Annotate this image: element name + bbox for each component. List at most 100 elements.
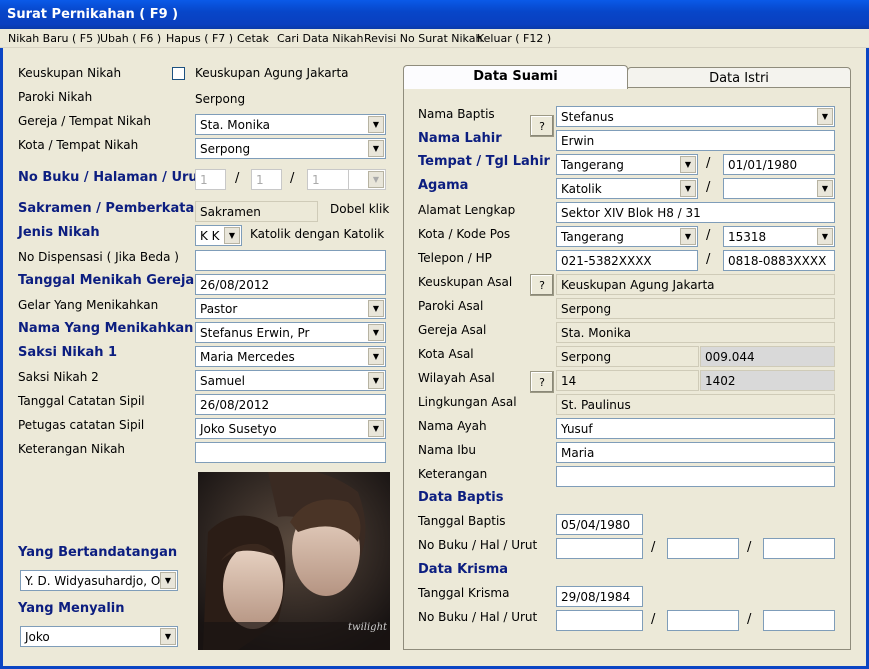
agama-label: Agama — [418, 178, 469, 193]
separator-slash: / — [706, 252, 711, 267]
saksi1-select[interactable]: Maria Mercedes ▼ — [195, 346, 386, 367]
urut-input[interactable]: 1 — [307, 169, 349, 190]
yang-menyalin-value: Joko — [25, 630, 50, 644]
chevron-down-icon[interactable]: ▼ — [817, 180, 833, 197]
gereja-nikah-select[interactable]: Sta. Monika ▼ — [195, 114, 386, 135]
keuskupan-asal-label: Keuskupan Asal — [418, 275, 513, 289]
menu-nikah-baru[interactable]: Nikah Baru ( F5 ) — [8, 32, 101, 45]
alamat-input[interactable]: Sektor XIV Blok H8 / 31 — [556, 202, 835, 223]
telepon-input[interactable]: 021-5382XXXX — [556, 250, 698, 271]
kodepos-value: 15318 — [728, 230, 767, 244]
gereja-asal-label: Gereja Asal — [418, 323, 487, 337]
nama-lahir-input[interactable]: Erwin — [556, 130, 835, 151]
tempat-lahir-select[interactable]: Tangerang ▼ — [556, 154, 698, 175]
catatan-sipil-input[interactable]: 26/08/2012 — [195, 394, 386, 415]
tanggal-menikah-input[interactable]: 26/08/2012 — [195, 274, 386, 295]
alamat-label: Alamat Lengkap — [418, 203, 516, 217]
chevron-down-icon[interactable]: ▼ — [368, 324, 384, 341]
petugas-select[interactable]: Joko Susetyo ▼ — [195, 418, 386, 439]
chevron-down-icon[interactable]: ▼ — [160, 572, 176, 589]
nama-baptis-select[interactable]: Stefanus ▼ — [556, 106, 835, 127]
keterangan-nikah-input[interactable] — [195, 442, 386, 463]
lookup-wilayah-button[interactable]: ? — [530, 371, 554, 393]
kodepos-select[interactable]: 15318 ▼ — [723, 226, 835, 247]
no-buku-input[interactable]: 1 — [195, 169, 226, 190]
nama-ayah-input[interactable]: Yusuf — [556, 418, 835, 439]
nama-menikahkan-label: Nama Yang Menikahkan — [18, 321, 194, 336]
window-title: Surat Pernikahan ( F9 ) — [0, 0, 869, 29]
no-buku-baptis-label: No Buku / Hal / Urut — [418, 538, 538, 552]
chevron-down-icon[interactable]: ▼ — [368, 420, 384, 437]
chevron-down-icon[interactable]: ▼ — [368, 116, 384, 133]
yang-bertandatangan-label: Yang Bertandatangan — [18, 545, 178, 560]
hal-krisma-input[interactable] — [667, 610, 739, 631]
agama2-select[interactable]: ▼ — [723, 178, 835, 199]
keterangan-input[interactable] — [556, 466, 835, 487]
separator-slash: / — [235, 171, 240, 186]
tab-data-suami[interactable]: Data Suami — [403, 65, 628, 89]
paroki-nikah-value: Serpong — [195, 92, 246, 106]
menu-ubah[interactable]: Ubah ( F6 ) — [100, 32, 161, 45]
saksi2-select[interactable]: Samuel ▼ — [195, 370, 386, 391]
menu-revisi-no-surat[interactable]: Revisi No Surat Nikah — [364, 32, 482, 45]
kota-nikah-value: Serpong — [200, 142, 251, 156]
nama-menikahkan-select[interactable]: Stefanus Erwin, Pr ▼ — [195, 322, 386, 343]
keuskupan-nikah-checkbox[interactable] — [172, 67, 185, 80]
kota-nikah-select[interactable]: Serpong ▼ — [195, 138, 386, 159]
nama-ibu-input[interactable]: Maria — [556, 442, 835, 463]
nama-ibu-label: Nama Ibu — [418, 443, 476, 457]
chevron-down-icon[interactable]: ▼ — [817, 228, 833, 245]
menu-keluar[interactable]: Keluar ( F12 ) — [477, 32, 551, 45]
chevron-down-icon[interactable]: ▼ — [680, 180, 696, 197]
gereja-nikah-value: Sta. Monika — [200, 118, 271, 132]
jenis-nikah-select[interactable]: K K ▼ — [195, 225, 242, 246]
keuskupan-nikah-label: Keuskupan Nikah — [18, 66, 122, 80]
gelar-select[interactable]: Pastor ▼ — [195, 298, 386, 319]
dispensasi-label: No Dispensasi ( Jika Beda ) — [18, 250, 179, 264]
buku-krisma-input[interactable] — [556, 610, 643, 631]
halaman-input[interactable]: 1 — [251, 169, 282, 190]
agama-select[interactable]: Katolik ▼ — [556, 178, 698, 199]
yang-bertandatangan-select[interactable]: Y. D. Widyasuhardjo, O ▼ — [20, 570, 178, 591]
kota-select[interactable]: Tangerang ▼ — [556, 226, 698, 247]
tab-data-istri[interactable]: Data Istri — [627, 67, 851, 89]
lookup-keuskupan-button[interactable]: ? — [530, 274, 554, 296]
hal-baptis-input[interactable] — [667, 538, 739, 559]
urut-select[interactable]: ▼ — [348, 169, 386, 190]
chevron-down-icon[interactable]: ▼ — [368, 348, 384, 365]
tanggal-krisma-input[interactable]: 29/08/1984 — [556, 586, 643, 607]
chevron-down-icon[interactable]: ▼ — [160, 628, 176, 645]
chevron-down-icon[interactable]: ▼ — [368, 171, 384, 188]
no-buku-label: No Buku / Halaman / Urut — [18, 170, 204, 185]
hp-input[interactable]: 0818-0883XXXX — [723, 250, 835, 271]
saksi2-value: Samuel — [200, 374, 245, 388]
chevron-down-icon[interactable]: ▼ — [817, 108, 833, 125]
gelar-label: Gelar Yang Menikahkan — [18, 298, 159, 312]
chevron-down-icon[interactable]: ▼ — [224, 227, 240, 244]
tgl-lahir-input[interactable]: 01/01/1980 — [723, 154, 835, 175]
sakramen-field[interactable]: Sakramen — [195, 201, 318, 222]
jenis-nikah-value: K K — [200, 229, 220, 243]
menu-cari-data-nikah[interactable]: Cari Data Nikah — [277, 32, 363, 45]
buku-baptis-input[interactable] — [556, 538, 643, 559]
chevron-down-icon[interactable]: ▼ — [680, 156, 696, 173]
saksi1-label: Saksi Nikah 1 — [18, 345, 118, 360]
tanggal-baptis-input[interactable]: 05/04/1980 — [556, 514, 643, 535]
urut-krisma-input[interactable] — [763, 610, 835, 631]
lookup-nama-button[interactable]: ? — [530, 115, 554, 137]
urut-baptis-input[interactable] — [763, 538, 835, 559]
menu-cetak[interactable]: Cetak — [237, 32, 269, 45]
sakramen-label: Sakramen / Pemberkatan ? — [18, 201, 216, 216]
chevron-down-icon[interactable]: ▼ — [368, 140, 384, 157]
gereja-nikah-label: Gereja / Tempat Nikah — [18, 114, 151, 128]
keuskupan-asal-field: Keuskupan Agung Jakarta — [556, 274, 835, 295]
keterangan-label: Keterangan — [418, 467, 488, 481]
photo-caption: twilight — [348, 622, 388, 633]
dispensasi-input[interactable] — [195, 250, 386, 271]
chevron-down-icon[interactable]: ▼ — [368, 300, 384, 317]
menu-hapus[interactable]: Hapus ( F7 ) — [166, 32, 233, 45]
lingkungan-asal-field: St. Paulinus — [556, 394, 835, 415]
chevron-down-icon[interactable]: ▼ — [368, 372, 384, 389]
chevron-down-icon[interactable]: ▼ — [680, 228, 696, 245]
yang-menyalin-select[interactable]: Joko ▼ — [20, 626, 178, 647]
